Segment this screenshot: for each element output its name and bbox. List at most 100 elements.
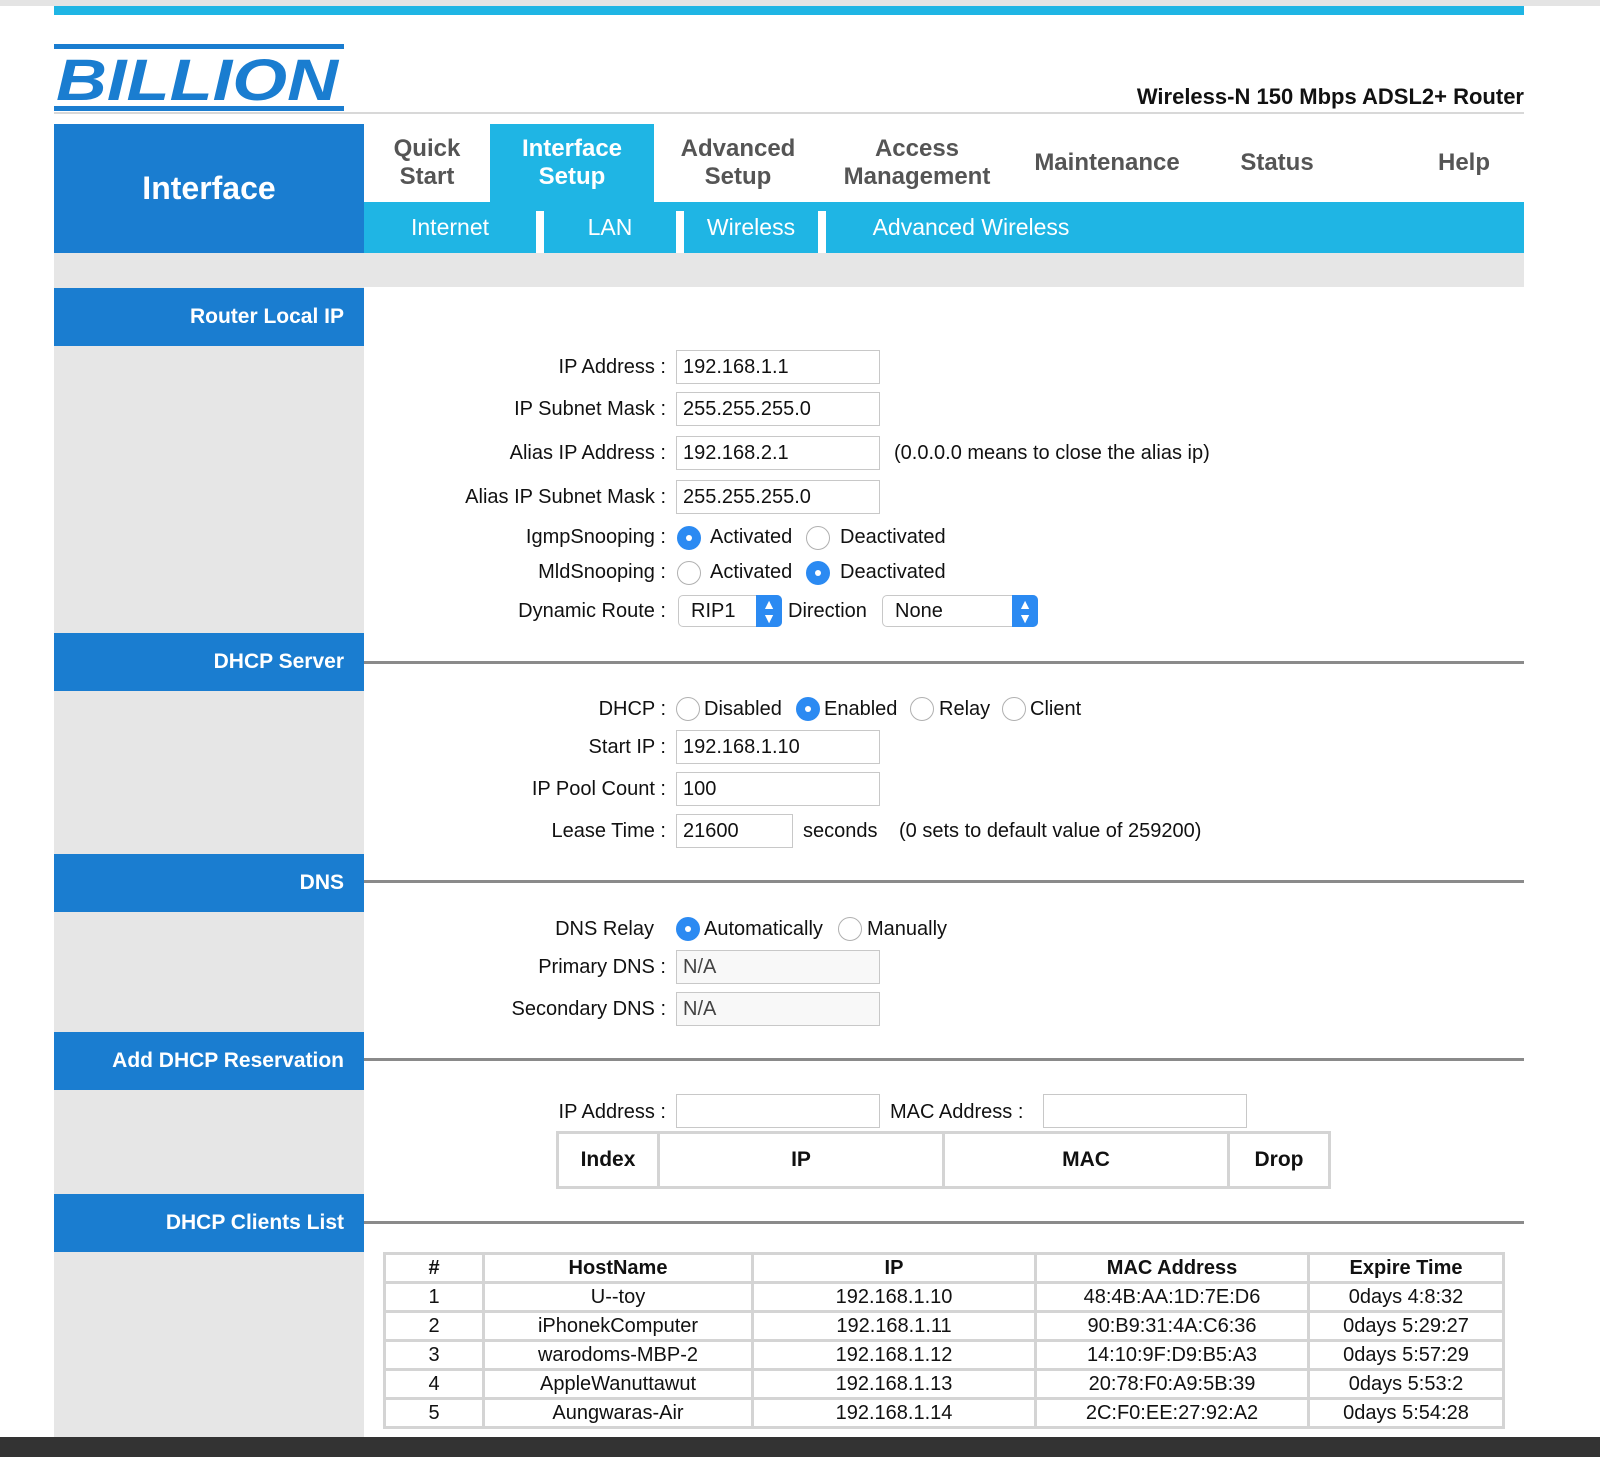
subnav-wireless[interactable]: Wireless (684, 202, 818, 253)
dns-automatically-radio[interactable] (676, 917, 700, 941)
pool-count-label: IP Pool Count : (531, 778, 666, 800)
nav-advanced-setup[interactable]: Advanced Setup (654, 124, 822, 202)
table-row: 1 U--toy 192.168.1.10 48:4B:AA:1D:7E:D6 … (386, 1284, 1502, 1310)
nav-interface-setup[interactable]: Interface Setup (490, 124, 654, 202)
client-index: 4 (386, 1371, 482, 1397)
select-arrows-icon: ▲ ▼ (756, 595, 782, 627)
client-hostname: warodoms-MBP-2 (485, 1342, 751, 1368)
subnav-separator (818, 211, 826, 253)
nav-quick-start[interactable]: Quick Start (364, 124, 490, 202)
start-ip-field[interactable]: 192.168.1.10 (676, 730, 880, 764)
igmp-activated-radio[interactable] (677, 526, 701, 550)
alias-ip-label: Alias IP Address : (509, 442, 666, 464)
alias-note: (0.0.0.0 means to close the alias ip) (894, 442, 1210, 464)
subnav-lan[interactable]: LAN (544, 202, 676, 253)
direction-label: Direction (788, 600, 867, 622)
client-expire: 0days 5:57:29 (1310, 1342, 1502, 1368)
subnet-mask-field[interactable]: 255.255.255.0 (676, 392, 880, 426)
column-header-ip: IP (660, 1134, 942, 1186)
sub-nav: Internet LAN Wireless Advanced Wireless (364, 202, 1524, 253)
column-header-ip: IP (754, 1255, 1034, 1281)
section-dhcp-clients-list: DHCP Clients List (54, 1194, 364, 1252)
nav-status[interactable]: Status (1202, 124, 1352, 202)
logo-text: BILLION (56, 48, 339, 113)
dynamic-route-label: Dynamic Route : (518, 600, 666, 622)
ip-address-label: IP Address : (558, 356, 666, 378)
main-nav: Quick Start Interface Setup Advanced Set… (364, 124, 1524, 202)
alias-ip-field[interactable]: 192.168.2.1 (676, 436, 880, 470)
igmp-activated-label: Activated (710, 526, 793, 548)
dynamic-route-select[interactable]: RIP1 ▲ ▼ (678, 595, 782, 627)
pool-count-field[interactable]: 100 (676, 772, 880, 806)
mld-deactivated-label: Deactivated (840, 561, 946, 583)
section-divider (364, 1221, 1524, 1224)
dhcp-disabled-radio[interactable] (676, 697, 700, 721)
client-mac: 2C:F0:EE:27:92:A2 (1037, 1400, 1307, 1426)
dhcp-label: DHCP : (598, 698, 666, 720)
nav-gray-band (54, 253, 1524, 287)
secondary-dns-label: Secondary DNS : (511, 998, 666, 1020)
section-router-local-ip: Router Local IP (54, 288, 364, 346)
direction-value: None (895, 600, 943, 622)
client-hostname: AppleWanuttawut (485, 1371, 751, 1397)
primary-dns-field: N/A (676, 950, 880, 984)
mld-activated-radio[interactable] (677, 561, 701, 585)
nav-maintenance[interactable]: Maintenance (1012, 124, 1202, 202)
section-divider (364, 1058, 1524, 1061)
client-ip: 192.168.1.14 (754, 1400, 1034, 1426)
mld-activated-label: Activated (710, 561, 793, 583)
dhcp-relay-radio[interactable] (910, 697, 934, 721)
client-hostname: iPhonekComputer (485, 1313, 751, 1339)
dhcp-enabled-radio[interactable] (796, 697, 820, 721)
client-index: 5 (386, 1400, 482, 1426)
dns-manually-label: Manually (867, 918, 948, 940)
product-name: Wireless-N 150 Mbps ADSL2+ Router (1136, 84, 1524, 109)
client-ip: 192.168.1.11 (754, 1313, 1034, 1339)
ip-address-field[interactable]: 192.168.1.1 (676, 350, 880, 384)
select-arrows-icon: ▲ ▼ (1012, 595, 1038, 627)
table-header-row: # HostName IP MAC Address Expire Time (386, 1255, 1502, 1281)
lease-time-field[interactable]: 21600 (676, 814, 793, 848)
clients-table: # HostName IP MAC Address Expire Time 1 … (383, 1252, 1505, 1429)
section-dns: DNS (54, 854, 364, 912)
subnav-separator (676, 211, 684, 253)
client-hostname: U--toy (485, 1284, 751, 1310)
reservation-ip-field[interactable] (676, 1094, 880, 1128)
dhcp-enabled-label: Enabled (824, 698, 898, 720)
client-expire: 0days 5:53:2 (1310, 1371, 1502, 1397)
subnav-separator (536, 211, 544, 253)
client-ip: 192.168.1.13 (754, 1371, 1034, 1397)
client-expire: 0days 5:29:27 (1310, 1313, 1502, 1339)
lease-note: (0 sets to default value of 259200) (899, 820, 1202, 842)
alias-mask-field[interactable]: 255.255.255.0 (676, 480, 880, 514)
igmp-label: IgmpSnooping : (525, 526, 666, 548)
client-mac: 20:78:F0:A9:5B:39 (1037, 1371, 1307, 1397)
column-header-index: Index (559, 1134, 657, 1186)
nav-access-management[interactable]: Access Management (822, 124, 1012, 202)
direction-select[interactable]: None ▲ ▼ (882, 595, 1038, 627)
table-header-row: Index IP MAC Drop (559, 1134, 1328, 1186)
client-mac: 48:4B:AA:1D:7E:D6 (1037, 1284, 1307, 1310)
igmp-deactivated-radio[interactable] (806, 526, 830, 550)
nav-help[interactable]: Help (1404, 124, 1524, 202)
reservation-ip-label: IP Address : (558, 1101, 666, 1123)
igmp-deactivated-label: Deactivated (840, 526, 946, 548)
section-title: Interface (54, 124, 364, 253)
table-row: 2 iPhonekComputer 192.168.1.11 90:B9:31:… (386, 1313, 1502, 1339)
client-index: 1 (386, 1284, 482, 1310)
column-header-drop: Drop (1230, 1134, 1328, 1186)
mld-deactivated-radio[interactable] (806, 561, 830, 585)
dns-manually-radio[interactable] (838, 917, 862, 941)
dhcp-client-radio[interactable] (1002, 697, 1026, 721)
subnav-advanced-wireless[interactable]: Advanced Wireless (826, 202, 1116, 253)
alias-mask-label: Alias IP Subnet Mask : (465, 486, 666, 508)
dynamic-route-value: RIP1 (691, 600, 736, 622)
reservation-mac-field[interactable] (1043, 1094, 1247, 1128)
secondary-dns-field: N/A (676, 992, 880, 1026)
section-divider (364, 880, 1524, 883)
subnav-internet[interactable]: Internet (364, 202, 536, 253)
column-header-expire-time: Expire Time (1310, 1255, 1502, 1281)
column-header-mac-address: MAC Address (1037, 1255, 1307, 1281)
column-header-number: # (386, 1255, 482, 1281)
column-header-hostname: HostName (485, 1255, 751, 1281)
